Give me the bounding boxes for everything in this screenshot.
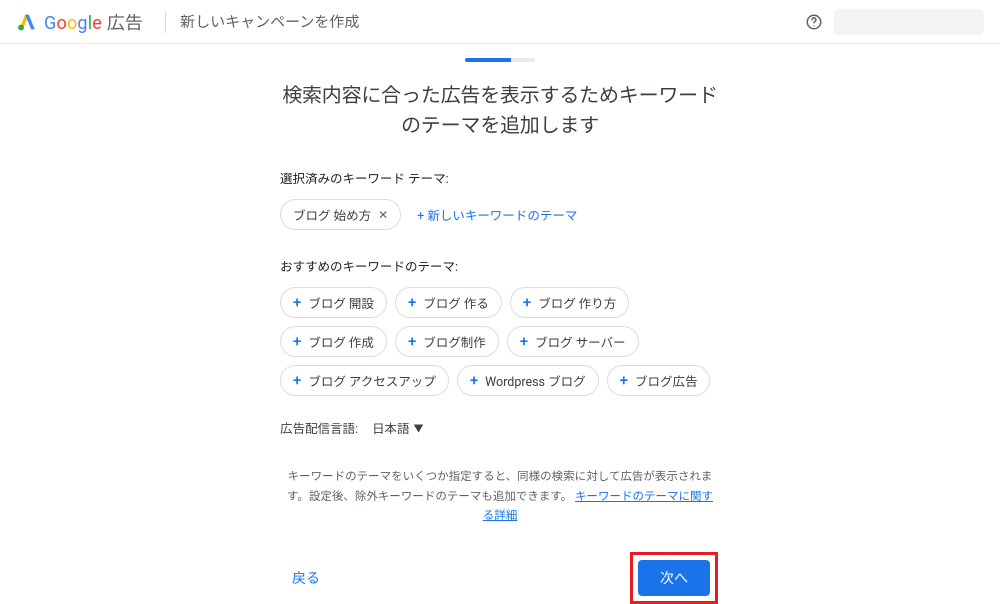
language-select[interactable]: 日本語 ▼ [372, 418, 424, 437]
plus-icon: + [293, 295, 301, 310]
page-title: 新しいキャンペーンを作成 [180, 11, 359, 32]
chip-label: ブログ広告 [635, 371, 698, 390]
plus-icon: + [470, 373, 478, 388]
app-header: Google 広告 新しいキャンペーンを作成 [0, 0, 1000, 44]
plus-icon: + [408, 295, 416, 310]
suggested-theme-chip[interactable]: + ブログ制作 [395, 326, 499, 357]
selected-themes-label: 選択済みのキーワード テーマ: [280, 168, 720, 187]
back-button[interactable]: 戻る [282, 560, 330, 596]
help-icon[interactable] [804, 12, 824, 32]
plus-icon: + [520, 334, 528, 349]
language-label: 広告配信言語: [280, 418, 358, 437]
ads-icon [16, 11, 38, 33]
remove-icon[interactable]: ✕ [378, 208, 388, 222]
highlight-box: 次へ [630, 552, 718, 604]
help-note: キーワードのテーマをいくつか指定すると、同様の検索に対して広告が表示されます。設… [286, 467, 714, 526]
google-ads-logo: Google 広告 [16, 9, 143, 35]
language-value: 日本語 [372, 418, 410, 437]
suggested-theme-chip[interactable]: + ブログ 開設 [280, 287, 387, 318]
progress-bar [465, 58, 535, 62]
suggested-theme-chip[interactable]: + ブログ 作る [395, 287, 502, 318]
suggested-theme-chip[interactable]: + ブログ アクセスアップ [280, 365, 449, 396]
chip-label: ブログ 作り方 [538, 293, 616, 312]
suggested-theme-chip[interactable]: + ブログ 作り方 [510, 287, 629, 318]
suggested-themes-label: おすすめのキーワードのテーマ: [280, 256, 720, 275]
suggested-theme-chip[interactable]: + ブログ 作成 [280, 326, 387, 357]
plus-icon: + [293, 334, 301, 349]
divider [165, 11, 166, 33]
plus-icon: + [408, 334, 416, 349]
chip-label: ブログ 始め方 [293, 205, 371, 224]
chip-label: ブログ 開設 [308, 293, 374, 312]
suggested-theme-chip[interactable]: + ブログ広告 [607, 365, 711, 396]
plus-icon: + [523, 295, 531, 310]
suggested-theme-chip[interactable]: + ブログ サーバー [507, 326, 639, 357]
caret-down-icon: ▼ [414, 420, 424, 435]
chip-label: ブログ制作 [423, 332, 486, 351]
plus-icon: + [620, 373, 628, 388]
next-button[interactable]: 次へ [638, 560, 710, 596]
chip-label: ブログ アクセスアップ [308, 371, 435, 390]
product-name: Google 広告 [44, 9, 143, 35]
account-switcher[interactable] [834, 9, 984, 35]
chip-label: ブログ サーバー [535, 332, 625, 351]
selected-theme-chip[interactable]: ブログ 始め方 ✕ [280, 199, 401, 230]
add-theme-link[interactable]: + 新しいキーワードのテーマ [409, 199, 585, 230]
step-heading: 検索内容に合った広告を表示するためキーワードのテーマを追加します [280, 80, 720, 140]
suggested-theme-chip[interactable]: + Wordpress ブログ [457, 365, 599, 396]
chip-label: Wordpress ブログ [485, 371, 585, 390]
chip-label: ブログ 作る [423, 293, 489, 312]
plus-icon: + [293, 373, 301, 388]
chip-label: ブログ 作成 [308, 332, 374, 351]
